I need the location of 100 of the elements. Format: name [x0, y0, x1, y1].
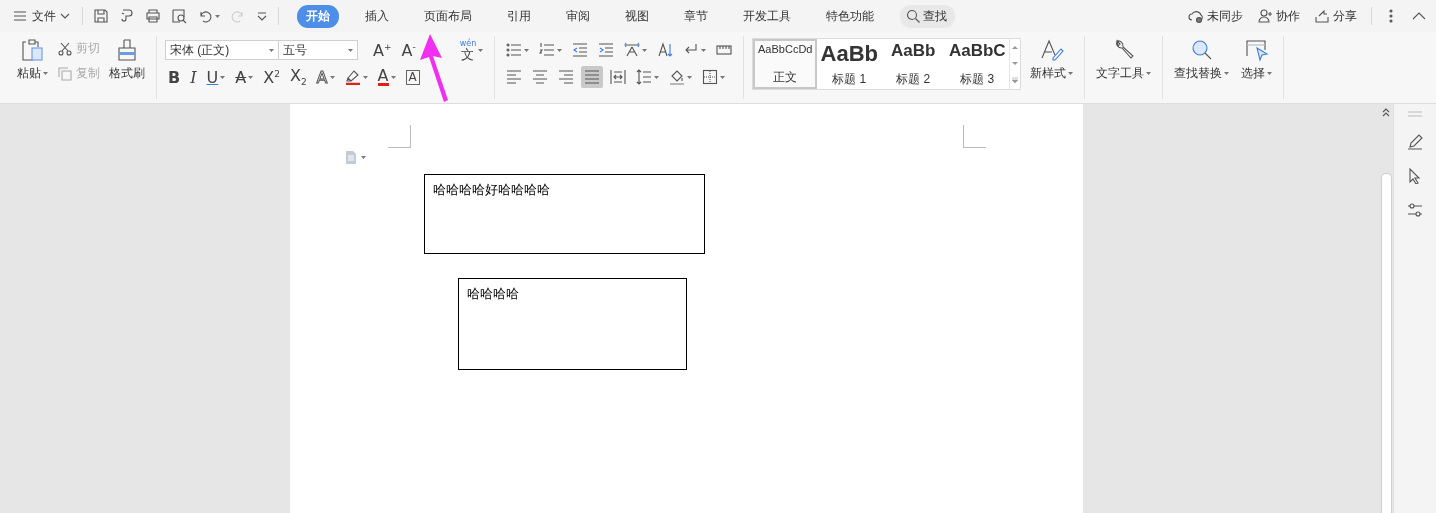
ribbon-tab[interactable]: 开发工具	[734, 4, 800, 28]
crop-mark	[963, 125, 986, 148]
select-button[interactable]: 选择	[1238, 36, 1276, 99]
crop-mark	[388, 125, 411, 148]
clipboard-icon	[20, 38, 45, 62]
scroll-up-icon	[1012, 44, 1019, 50]
caret-icon	[248, 75, 254, 79]
sort-icon	[657, 42, 674, 58]
caret-icon	[348, 48, 353, 52]
more-icon	[256, 10, 268, 22]
format-painter-button[interactable]: 格式刷	[106, 36, 148, 99]
align-center-icon	[532, 69, 549, 85]
paste-button[interactable]: 粘贴	[14, 36, 51, 99]
align-justify-button[interactable]	[581, 66, 604, 88]
caret-icon	[642, 48, 648, 52]
text-box[interactable]: 哈哈哈哈	[458, 278, 687, 370]
font-size-field[interactable]: 五号	[278, 40, 358, 60]
new-style-button[interactable]: 新样式	[1027, 36, 1077, 99]
style-preset[interactable]: AaBb 标题 2	[881, 39, 946, 89]
chevron-up-icon	[1412, 11, 1426, 21]
pen-button[interactable]	[1405, 132, 1425, 152]
sub-button[interactable]: X$_{2}$	[286, 66, 310, 88]
line-spacing-icon	[636, 69, 653, 85]
save-icon	[93, 8, 109, 24]
bullet-list-icon	[506, 42, 523, 58]
file-menu[interactable]: 文件	[8, 7, 74, 25]
chinese-layout-icon	[624, 42, 641, 58]
italic-button[interactable]: I	[187, 66, 200, 88]
caret-icon	[701, 48, 707, 52]
search-icon	[906, 9, 920, 23]
expand-icon	[1012, 76, 1019, 84]
ribbon-tab[interactable]: 特色功能	[817, 4, 883, 28]
share-button[interactable]: 分享	[1314, 7, 1357, 25]
find-replace-button[interactable]: 查找替换	[1171, 36, 1233, 99]
caret-icon	[1068, 72, 1074, 75]
style-preset[interactable]: AaBb 标题 1	[817, 39, 882, 89]
caret-icon	[1224, 72, 1230, 75]
numbered-list-icon	[539, 42, 556, 58]
cursor-select-icon	[1243, 38, 1270, 62]
caret-icon	[478, 48, 484, 52]
kebab-icon	[1388, 9, 1394, 23]
paint-bucket-icon	[669, 69, 686, 85]
phonetic-button[interactable]: wén 文	[456, 39, 487, 61]
ribbon-tab[interactable]: 页面布局	[415, 4, 481, 28]
strike-button[interactable]: A	[232, 66, 257, 88]
indent-icon	[598, 42, 615, 58]
style-preset[interactable]: AaBbCcDd 正文	[753, 39, 818, 89]
document-icon	[344, 150, 358, 165]
font-name-field[interactable]: 宋体 (正文)	[165, 40, 279, 60]
sliders-icon	[1407, 202, 1423, 218]
ribbon-tab[interactable]: 审阅	[557, 4, 599, 28]
caret-icon	[269, 48, 274, 52]
scroll-up-icon	[1382, 108, 1390, 117]
scissors-icon	[57, 40, 73, 57]
cloud-icon	[1188, 8, 1204, 24]
caret-icon	[557, 48, 563, 52]
style-preset[interactable]: AaBbC 标题 3	[945, 39, 1010, 89]
copy-icon	[57, 65, 73, 82]
print-preview-button[interactable]	[169, 6, 189, 26]
distributed-align-icon	[610, 69, 627, 85]
align-left-icon	[506, 69, 523, 85]
caret-icon	[43, 72, 48, 75]
share-icon	[1314, 8, 1330, 24]
caret-icon	[390, 75, 396, 79]
cursor-icon	[1407, 168, 1423, 184]
paint-brush-icon	[115, 38, 139, 62]
text-box[interactable]: 哈哈哈哈好哈哈哈哈	[424, 174, 705, 254]
caret-icon	[1146, 72, 1152, 75]
caret-icon	[654, 75, 660, 79]
ribbon-tab[interactable]: 插入	[356, 4, 398, 28]
ribbon-tab[interactable]: 章节	[675, 4, 717, 28]
adjust-button[interactable]	[1405, 200, 1425, 220]
sync-button[interactable]: 未同步	[1188, 7, 1243, 25]
print-button[interactable]	[143, 6, 163, 26]
annotation-arrow	[420, 34, 448, 102]
redo-icon	[230, 8, 246, 24]
underline-button[interactable]: U	[203, 66, 229, 88]
printer-icon	[145, 8, 161, 24]
save-button[interactable]	[91, 6, 111, 26]
caret-icon	[215, 14, 220, 18]
pen-letter-icon	[1038, 38, 1065, 62]
caret-icon	[1267, 72, 1273, 75]
caret-icon	[687, 75, 693, 79]
shrink-button[interactable]: A$^{-}$	[398, 39, 419, 61]
ribbon-tab[interactable]: 引用	[498, 4, 540, 28]
bold-button[interactable]: B	[165, 66, 184, 88]
color-button[interactable]: A	[374, 66, 399, 88]
collab-button[interactable]: 协作	[1257, 7, 1300, 25]
caret-icon	[220, 75, 226, 79]
borders-icon	[702, 69, 719, 85]
highlighter-icon	[344, 69, 361, 85]
ribbon-tab[interactable]: 视图	[616, 4, 658, 28]
caret-icon	[720, 75, 726, 79]
search-button[interactable]: 查找	[900, 4, 955, 28]
scrollbar-thumb[interactable]	[1380, 173, 1392, 513]
text-tools-button[interactable]: 文字工具	[1093, 36, 1155, 99]
sup-button[interactable]: X$^{2}$	[260, 66, 283, 88]
undo-icon	[197, 8, 213, 24]
scroll-down-icon	[1012, 60, 1019, 66]
grow-button[interactable]: A$^{+}$	[370, 39, 395, 61]
